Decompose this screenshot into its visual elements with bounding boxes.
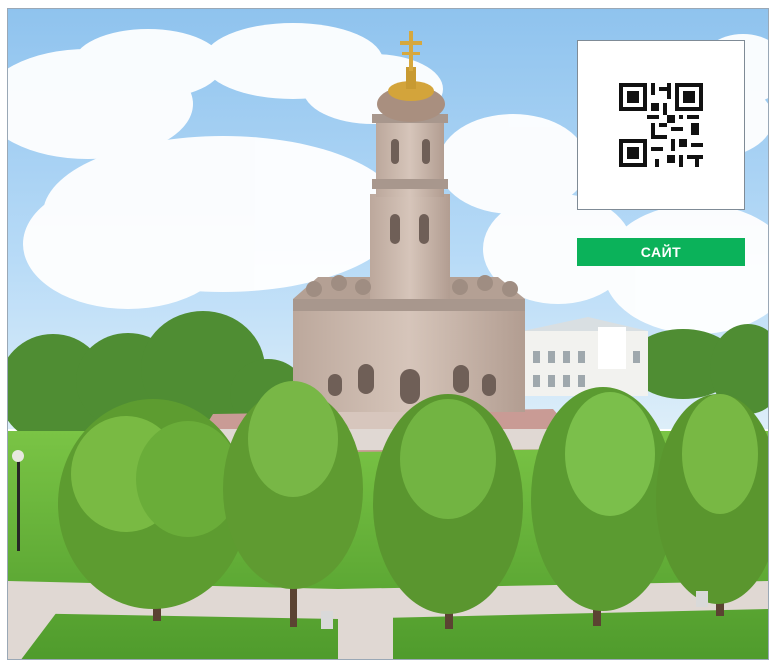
photo-frame: САЙТ <box>7 8 769 660</box>
manor-house <box>523 317 648 396</box>
trash-bin <box>696 591 708 607</box>
trash-bin <box>321 611 333 629</box>
qr-code-card <box>577 40 745 210</box>
qr-code-icon <box>619 83 703 167</box>
site-button[interactable]: САЙТ <box>577 238 745 266</box>
